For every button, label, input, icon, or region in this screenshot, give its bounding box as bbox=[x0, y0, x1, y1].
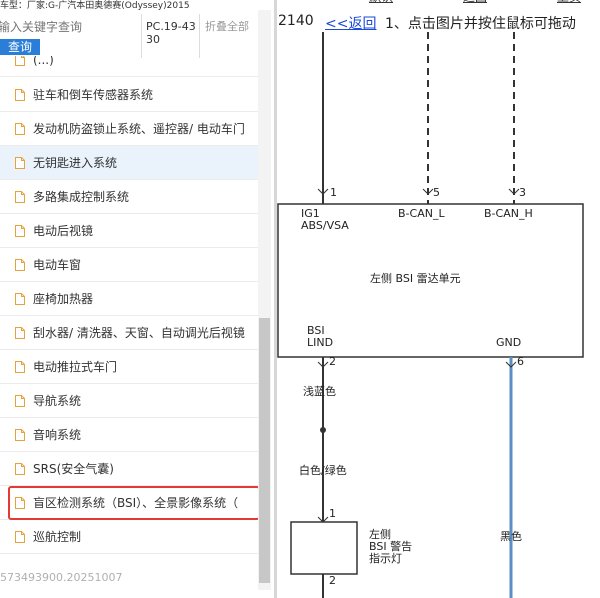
gnd-wire-color-label: 黑色 bbox=[500, 529, 522, 543]
document-icon bbox=[15, 462, 25, 475]
tree-item-label: 无钥匙进入系统 bbox=[33, 156, 118, 170]
label-bcan-h: B-CAN_H bbox=[484, 207, 533, 220]
document-icon bbox=[15, 156, 25, 169]
tree-item[interactable]: (...) bbox=[0, 56, 258, 77]
tree-list: (...) 驻车和倒车传感器系统 发动机防盗锁止系统、遥控器/ 电动车门 无钥匙… bbox=[0, 56, 258, 586]
tree-item[interactable]: 多路集成控制系统 bbox=[0, 180, 258, 214]
footer-id: 573493900.20251007 bbox=[0, 571, 123, 584]
tree-item[interactable]: 电动推拉式车门 bbox=[0, 350, 258, 384]
label-abs-vsa: ABS/VSA bbox=[301, 219, 349, 232]
tree-item-label: 音响系统 bbox=[33, 428, 82, 442]
tree-item-label: SRS(安全气囊) bbox=[33, 462, 114, 476]
tree-item[interactable]: 驻车和倒车传感器系统 bbox=[0, 78, 258, 112]
pin-label: 1 bbox=[329, 507, 336, 520]
unit-name: 左侧 BSI 雷达单元 bbox=[370, 272, 461, 285]
tree-item[interactable]: 导航系统 bbox=[0, 384, 258, 418]
wire-color-label: 白色/绿色 bbox=[299, 463, 347, 477]
tree-item-label: 刮水器/ 清洗器、天窗、自动调光后视镜 bbox=[33, 326, 245, 340]
tree-item[interactable]: 座椅加热器 bbox=[0, 282, 258, 316]
pin-label: 6 bbox=[517, 355, 524, 368]
tree-item[interactable]: 发动机防盗锁止系统、遥控器/ 电动车门 bbox=[0, 112, 258, 146]
document-icon bbox=[15, 360, 25, 373]
tree-item-label: 导航系统 bbox=[33, 394, 82, 408]
indicator-label: BSI 警告 bbox=[369, 539, 412, 553]
tree-item-label: 电动推拉式车门 bbox=[33, 360, 118, 374]
hint-text: 1、点击图片并按住鼠标可拖动 bbox=[385, 16, 576, 32]
document-icon bbox=[15, 224, 25, 237]
back-link[interactable]: <<返回 bbox=[325, 13, 376, 33]
left-panel: 车型：厂家:G-广汽本田奥德赛(Odyssey)2015 查询 PC.19-43… bbox=[0, 0, 274, 598]
wire-color-label: 浅蓝色 bbox=[303, 384, 336, 398]
scrollbar[interactable] bbox=[258, 10, 271, 590]
tree-item[interactable]: 巡航控制 bbox=[0, 520, 258, 554]
indicator-label: 指示灯 bbox=[369, 551, 402, 565]
toolbar-back[interactable]: 返回 bbox=[463, 0, 487, 5]
tree-item[interactable]: 刮水器/ 清洗器、天窗、自动调光后视镜 bbox=[0, 316, 258, 350]
document-icon bbox=[15, 496, 25, 509]
tree-item[interactable]: SRS(安全气囊) bbox=[0, 452, 258, 486]
divider bbox=[199, 14, 200, 58]
document-icon bbox=[15, 530, 25, 543]
document-icon bbox=[15, 292, 25, 305]
tree-item-label: 座椅加热器 bbox=[33, 292, 94, 306]
collapse-all-button[interactable]: 折叠全部 bbox=[205, 20, 253, 34]
scrollbar-thumb[interactable] bbox=[259, 318, 270, 583]
document-icon bbox=[15, 326, 25, 339]
tree-item-label: 巡航控制 bbox=[33, 530, 82, 544]
tree-item-label: 盲区检测系统（BSI）、全景影像系统（ bbox=[33, 496, 239, 510]
label-gnd: GND bbox=[496, 336, 521, 349]
toolbar-prev-page[interactable]: 上页 bbox=[557, 0, 581, 5]
pin-label: 5 bbox=[433, 186, 440, 199]
tree-item-label: 电动车窗 bbox=[33, 258, 82, 272]
tree-item-label: 驻车和倒车传感器系统 bbox=[33, 88, 154, 102]
tree-item-label: 电动后视镜 bbox=[33, 224, 94, 238]
document-icon bbox=[15, 258, 25, 271]
tree-item[interactable]: 电动后视镜 bbox=[0, 214, 258, 248]
document-icon bbox=[15, 190, 25, 203]
page-number: 2140 bbox=[278, 13, 314, 29]
pin-label: 2 bbox=[329, 574, 336, 587]
document-icon bbox=[15, 394, 25, 407]
label-lind: LIND bbox=[307, 336, 333, 349]
splice-point bbox=[320, 427, 326, 433]
document-icon bbox=[15, 56, 25, 66]
tree-item-selected[interactable]: 盲区检测系统（BSI）、全景影像系统（ bbox=[0, 486, 258, 520]
tree-item[interactable]: 音响系统 bbox=[0, 418, 258, 452]
document-code: PC.19-4330 bbox=[146, 20, 196, 46]
tree-item[interactable]: 电动车窗 bbox=[0, 248, 258, 282]
search-input[interactable] bbox=[0, 20, 138, 34]
toolbar-default[interactable]: 默认 bbox=[369, 0, 393, 5]
pin-label: 2 bbox=[329, 355, 336, 368]
wiring-diagram[interactable]: 1 5 3 IG1 ABS/VSA B-CAN_L B-CAN_H 左侧 BSI… bbox=[277, 32, 600, 598]
vehicle-info: 车型：厂家:G-广汽本田奥德赛(Odyssey)2015 bbox=[0, 1, 190, 11]
tree-item-label: 多路集成控制系统 bbox=[33, 190, 130, 204]
document-icon bbox=[15, 122, 25, 135]
search-button[interactable]: 查询 bbox=[0, 39, 40, 55]
pin-label: 1 bbox=[330, 186, 337, 199]
pin-label: 3 bbox=[519, 186, 526, 199]
diagram-viewer: 默认 返回 上页 2140 <<返回 1、点击图片并按住鼠标可拖动 1 5 3 … bbox=[277, 0, 600, 598]
divider bbox=[141, 14, 142, 58]
document-icon bbox=[15, 88, 25, 101]
bsi-warning-indicator-box bbox=[290, 521, 358, 575]
document-icon bbox=[15, 428, 25, 441]
label-bcan-l: B-CAN_L bbox=[398, 207, 445, 220]
tree-item-highlighted[interactable]: 无钥匙进入系统 bbox=[0, 146, 258, 180]
tree-item-label: (...) bbox=[33, 56, 54, 67]
tree-item-label: 发动机防盗锁止系统、遥控器/ 电动车门 bbox=[33, 122, 245, 136]
viewer-toolbar: 默认 返回 上页 bbox=[277, 0, 600, 4]
